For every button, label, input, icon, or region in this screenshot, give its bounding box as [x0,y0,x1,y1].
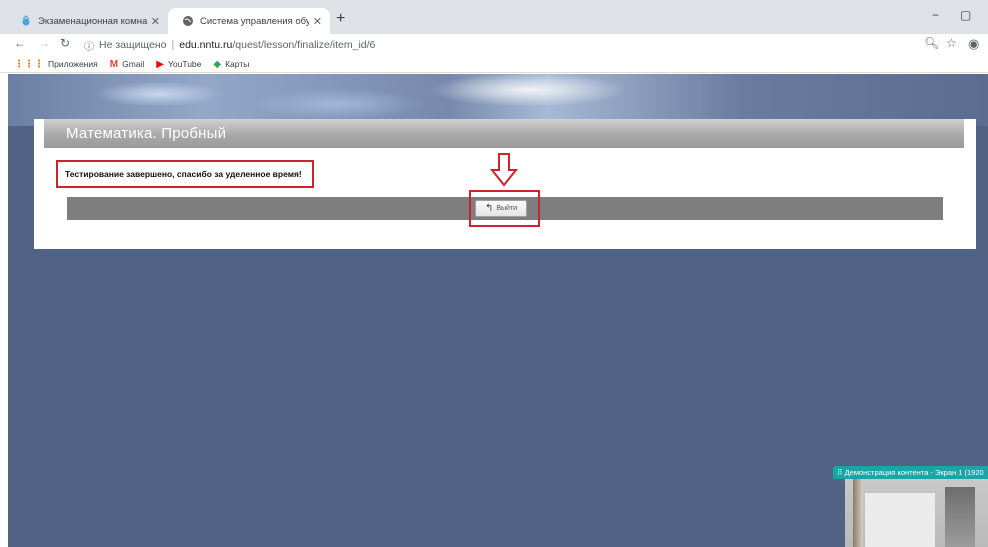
bookmark-label: Gmail [122,59,145,69]
course-header: Математика. Пробный [44,119,964,148]
bookmark-gmail[interactable]: M Gmail [110,59,145,70]
gmail-icon: M [109,58,119,70]
forward-arrow-icon[interactable]: → [38,36,50,50]
restore-button[interactable]: ▢ [960,8,971,22]
maps-icon: ◆ [213,58,222,70]
webcam-thumbnail [845,479,988,547]
profile-icon[interactable]: ◉ [968,36,979,52]
reload-icon[interactable]: ↻ [60,36,70,50]
tab-close-icon[interactable]: ✕ [151,15,160,28]
apps-grid-icon: ⋮⋮⋮ [14,58,44,70]
bookmark-apps[interactable]: ⋮⋮⋮ Приложения [14,59,98,70]
globe-icon [183,16,193,26]
star-icon[interactable]: ☆ [946,36,957,50]
tab-close-icon[interactable]: ✕ [313,15,322,28]
bookmark-label: Приложения [48,59,98,69]
thumbnail-shadow [945,487,975,547]
info-icon[interactable]: ⓘ [84,38,94,53]
url-path: /quest/lesson/finalize/item_id/6 [232,39,376,51]
button-highlight-box [469,190,540,227]
bookmark-youtube[interactable]: ▶ YouTube [156,59,201,70]
tab-lms[interactable]: Система управления обучением ✕ [168,8,330,34]
course-title: Математика. Пробный [66,125,227,142]
minimize-button[interactable]: − [932,8,939,22]
address-separator: | [171,39,175,51]
exam-room-favicon-icon [22,15,30,26]
url-host: edu.nntu.ru [179,39,233,51]
security-label: Не защищено [99,39,167,51]
back-arrow-icon[interactable]: ← [14,36,26,50]
browser-toolbar: ← → ↻ ⓘ Не защищено | edu.nntu.ru /quest… [0,34,988,56]
new-tab-button[interactable]: + [336,10,345,28]
bookmark-label: Карты [225,59,250,69]
tab-exam-room[interactable]: Экзаменационная комната ✕ [6,8,168,34]
down-arrow-annotation-icon [489,153,519,187]
zoom-icon[interactable]: 🔍︎ [924,36,939,50]
content-panel: Математика. Пробный Тестирование заверше… [34,119,976,249]
bookmark-maps[interactable]: ◆ Карты [213,59,249,70]
bookmark-label: YouTube [167,59,202,69]
youtube-icon: ▶ [156,58,164,70]
screen-share-label[interactable]: ⠿ Демонстрация контента - Экран 1 (1920 [833,466,988,479]
tab-title: Система управления обучением [200,15,309,27]
message-highlight-box [56,160,314,188]
bookmarks-bar: ⋮⋮⋮ Приложения M Gmail ▶ YouTube ◆ Карты [0,56,988,73]
thumbnail-pole [853,479,863,547]
thumbnail-window [865,493,935,547]
tab-title: Экзаменационная комната [38,15,147,27]
browser-tab-strip: Экзаменационная комната ✕ Система управл… [0,0,988,34]
address-bar[interactable]: ⓘ Не защищено | edu.nntu.ru /quest/lesso… [84,35,954,55]
